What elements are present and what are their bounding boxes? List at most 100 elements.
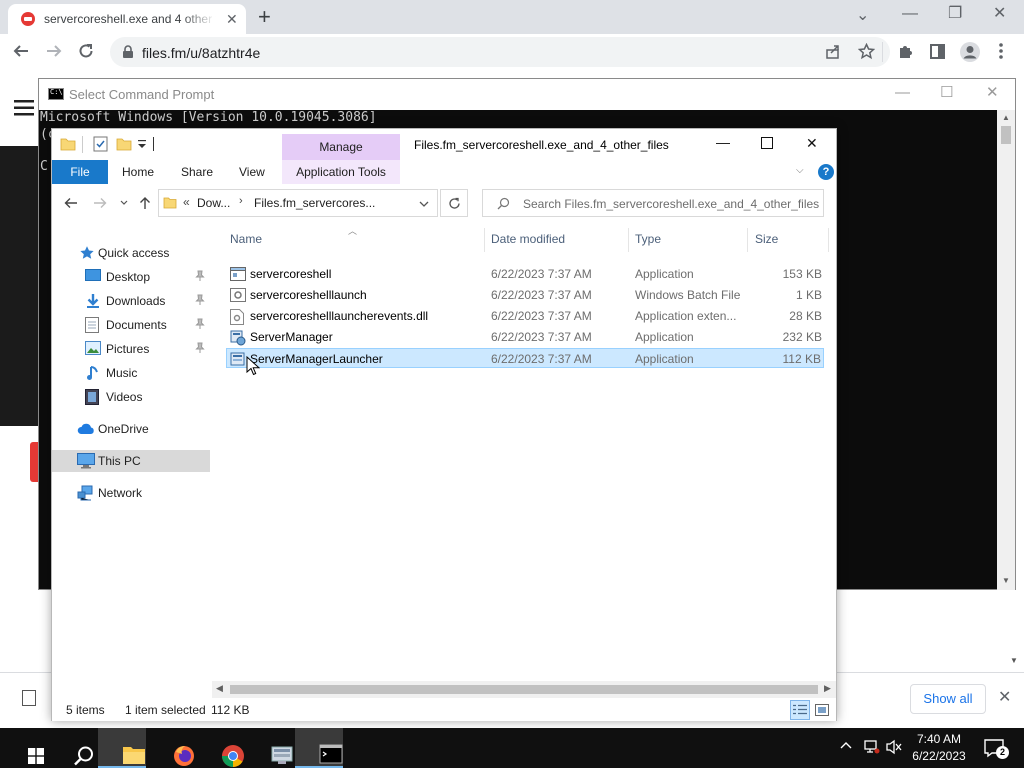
- taskbar-command-prompt[interactable]: [295, 728, 343, 768]
- minimize-browser-icon[interactable]: —: [902, 6, 918, 22]
- taskbar-chrome[interactable]: [197, 728, 245, 768]
- column-divider[interactable]: [484, 228, 485, 252]
- new-tab-icon[interactable]: +: [258, 6, 271, 28]
- file-explorer-window[interactable]: Manage Files.fm_servercoreshell.exe_and_…: [51, 128, 837, 721]
- file-row-selected[interactable]: ServerManagerLauncher 6/22/2023 7:37 AM …: [226, 348, 824, 368]
- close-tab-icon[interactable]: ✕: [226, 12, 238, 26]
- side-panel-icon[interactable]: [929, 43, 946, 60]
- nav-videos[interactable]: Videos: [52, 386, 210, 408]
- tab-view[interactable]: View: [239, 160, 265, 184]
- pin-icon[interactable]: [195, 318, 205, 330]
- column-divider[interactable]: [747, 228, 748, 252]
- start-button[interactable]: [0, 728, 48, 768]
- pin-icon[interactable]: [195, 270, 205, 282]
- new-folder-icon[interactable]: [116, 136, 132, 152]
- nav-desktop[interactable]: Desktop: [52, 266, 210, 288]
- extensions-puzzle-icon[interactable]: [897, 43, 914, 60]
- search-input[interactable]: Search Files.fm_servercoreshell.exe_and_…: [482, 189, 824, 217]
- show-hidden-icons-chevron-icon[interactable]: [840, 740, 852, 750]
- file-list-view[interactable]: ︿ Name Date modified Type Size servercor…: [226, 224, 836, 684]
- recent-locations-chevron-icon[interactable]: [120, 200, 128, 206]
- column-header-name[interactable]: Name: [230, 232, 262, 246]
- properties-checkbox-icon[interactable]: [93, 136, 108, 152]
- nav-this-pc[interactable]: This PC: [52, 450, 210, 472]
- tab-search-chevron-icon[interactable]: ⌄: [856, 8, 869, 24]
- file-row[interactable]: ServerManager 6/22/2023 7:37 AM Applicat…: [228, 327, 824, 347]
- cmd-scroll-thumb[interactable]: [1001, 126, 1011, 144]
- taskbar-file-explorer[interactable]: [98, 728, 146, 768]
- system-clock[interactable]: 7:40 AM 6/22/2023: [904, 731, 974, 765]
- nav-documents[interactable]: Documents: [52, 314, 210, 336]
- manage-context-tab[interactable]: Manage: [282, 134, 400, 160]
- nav-pictures[interactable]: Pictures: [52, 338, 210, 360]
- downloaded-file-icon[interactable]: [22, 690, 36, 706]
- close-browser-icon[interactable]: ✕: [993, 6, 1006, 22]
- explorer-minimize-icon[interactable]: —: [716, 135, 730, 149]
- breadcrumb-overflow[interactable]: «: [183, 195, 190, 209]
- volume-muted-icon[interactable]: [886, 739, 902, 755]
- column-header-type[interactable]: Type: [635, 232, 661, 246]
- reload-icon[interactable]: [77, 42, 95, 60]
- breadcrumb-downloads[interactable]: Dow...: [197, 196, 230, 210]
- file-row[interactable]: servercoreshell 6/22/2023 7:37 AM Applic…: [228, 264, 824, 284]
- column-divider[interactable]: [628, 228, 629, 252]
- help-icon[interactable]: ?: [818, 164, 834, 180]
- customize-qat-icon[interactable]: [138, 140, 146, 150]
- explorer-address-bar[interactable]: « Dow... › Files.fm_servercores...: [158, 189, 438, 217]
- scroll-left-icon[interactable]: ◀: [216, 683, 223, 694]
- show-all-downloads-button[interactable]: Show all: [910, 684, 986, 714]
- restore-browser-icon[interactable]: ❐: [948, 6, 962, 22]
- large-icons-view-button[interactable]: [812, 700, 832, 720]
- pin-icon[interactable]: [195, 342, 205, 354]
- file-row[interactable]: servercoreshelllauncherevents.dll 6/22/2…: [228, 306, 824, 326]
- tab-home[interactable]: Home: [122, 160, 154, 184]
- forward-icon[interactable]: [45, 42, 63, 60]
- explorer-maximize-icon[interactable]: [761, 137, 773, 149]
- cmd-vertical-scrollbar[interactable]: ▲ ▼: [997, 110, 1015, 590]
- lock-icon[interactable]: [122, 45, 134, 59]
- refresh-button[interactable]: [440, 189, 468, 217]
- network-status-icon[interactable]: [864, 739, 880, 755]
- tab-file[interactable]: File: [52, 160, 108, 184]
- address-bar[interactable]: files.fm/u/8atzhtr4e: [110, 37, 890, 67]
- share-icon[interactable]: [825, 44, 841, 60]
- scroll-down-icon[interactable]: ▼: [1002, 576, 1010, 585]
- explorer-back-icon[interactable]: [64, 196, 78, 210]
- expand-ribbon-chevron-icon[interactable]: ⌵: [796, 165, 804, 176]
- breadcrumb-current-folder[interactable]: Files.fm_servercores...: [254, 196, 375, 210]
- taskbar-server-manager[interactable]: [246, 728, 294, 768]
- chrome-menu-icon[interactable]: [998, 42, 1004, 60]
- column-divider[interactable]: [828, 228, 829, 252]
- page-scroll-down-icon[interactable]: ▼: [1010, 656, 1018, 665]
- horizontal-scroll-thumb[interactable]: [230, 685, 818, 694]
- scroll-up-icon[interactable]: ▲: [1002, 113, 1010, 122]
- nav-network[interactable]: Network: [52, 482, 210, 504]
- cmd-minimize-icon[interactable]: —: [895, 85, 910, 101]
- scroll-right-icon[interactable]: ▶: [824, 683, 831, 694]
- explorer-close-icon[interactable]: ✕: [806, 136, 818, 150]
- tab-share[interactable]: Share: [181, 160, 213, 184]
- search-taskbar-button[interactable]: [48, 728, 96, 768]
- cmd-maximize-icon[interactable]: ☐: [940, 85, 953, 101]
- nav-onedrive[interactable]: OneDrive: [52, 418, 210, 440]
- profile-avatar-icon[interactable]: [959, 41, 981, 63]
- site-menu-icon[interactable]: [14, 100, 34, 116]
- tab-application-tools[interactable]: Application Tools: [282, 160, 400, 184]
- back-icon[interactable]: [12, 42, 30, 60]
- details-view-button[interactable]: [790, 700, 810, 720]
- browser-tab[interactable]: servercoreshell.exe and 4 other files ✕: [8, 4, 246, 34]
- bookmark-star-icon[interactable]: [858, 43, 875, 60]
- explorer-forward-icon[interactable]: [93, 196, 107, 210]
- breadcrumb-chevron-icon[interactable]: ›: [239, 195, 243, 207]
- up-one-level-icon[interactable]: [138, 196, 152, 210]
- taskbar-firefox[interactable]: [148, 728, 196, 768]
- cmd-titlebar[interactable]: C:\ Select Command Prompt — ☐ ✕: [39, 79, 1015, 110]
- nav-music[interactable]: Music: [52, 362, 210, 384]
- refresh-icon[interactable]: [448, 197, 461, 210]
- column-header-date-modified[interactable]: Date modified: [491, 232, 565, 246]
- action-center-button[interactable]: 2: [984, 738, 1009, 759]
- file-row[interactable]: servercoreshelllaunch 6/22/2023 7:37 AM …: [228, 285, 824, 305]
- nav-downloads[interactable]: Downloads: [52, 290, 210, 312]
- cmd-close-icon[interactable]: ✕: [986, 85, 999, 101]
- column-header-size[interactable]: Size: [755, 232, 778, 246]
